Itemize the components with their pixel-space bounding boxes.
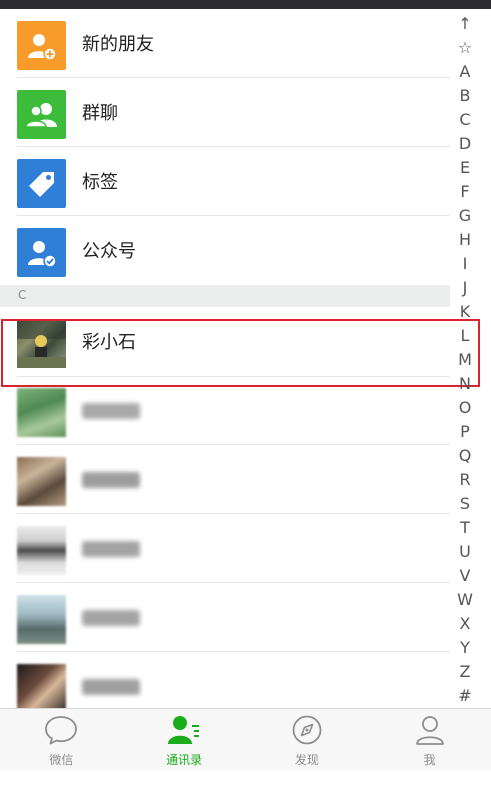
index-letter[interactable]: Z <box>455 660 475 684</box>
official-account-icon <box>17 228 66 277</box>
group-chat-icon <box>17 90 66 139</box>
group-chats-label: 群聊 <box>82 103 118 123</box>
index-letter[interactable]: O <box>455 396 475 420</box>
index-letter[interactable]: ☆ <box>455 36 475 60</box>
index-letter[interactable]: X <box>455 612 475 636</box>
index-letter[interactable]: Q <box>455 444 475 468</box>
index-letter[interactable]: F <box>455 180 475 204</box>
index-letter[interactable]: Y <box>455 636 475 660</box>
blurred-contact-name <box>82 679 140 695</box>
avatar <box>17 595 66 644</box>
index-letter[interactable]: I <box>455 252 475 276</box>
new-friends-item[interactable]: 新的朋友 <box>0 9 450 78</box>
index-letter[interactable]: E <box>455 156 475 180</box>
person-icon <box>413 714 447 746</box>
tab-me[interactable]: 我 <box>368 709 491 770</box>
contact-item[interactable] <box>0 445 450 514</box>
tab-chats[interactable]: 微信 <box>0 709 123 770</box>
group-chats-item[interactable]: 群聊 <box>0 78 450 147</box>
blurred-contact-name <box>82 541 140 557</box>
index-letter[interactable]: A <box>455 60 475 84</box>
index-letter[interactable]: T <box>455 516 475 540</box>
contacts-icon <box>167 714 201 746</box>
tags-label: 标签 <box>82 172 118 192</box>
contact-item[interactable]: 彩小石 <box>0 307 450 376</box>
index-letter[interactable]: M <box>455 348 475 372</box>
contacts-list[interactable]: 新的朋友 群聊 标签 公众号 C 彩小石 <box>0 9 450 721</box>
chat-bubble-icon <box>44 714 78 746</box>
tag-icon <box>17 159 66 208</box>
blurred-contact-name <box>82 403 140 419</box>
tab-label: 我 <box>423 753 436 767</box>
contact-item[interactable] <box>0 376 450 445</box>
index-letter[interactable]: H <box>455 228 475 252</box>
avatar <box>17 457 66 506</box>
tab-label: 发现 <box>294 753 319 767</box>
index-letter[interactable]: V <box>455 564 475 588</box>
alphabet-index[interactable]: ↑ ☆ A B C D E F G H I J K L M N O P Q R S T U V W X Y Z # <box>455 12 475 708</box>
avatar <box>17 319 66 368</box>
index-letter[interactable]: ↑ <box>455 12 475 36</box>
index-letter[interactable]: D <box>455 132 475 156</box>
compass-icon <box>290 714 324 746</box>
divider <box>17 376 450 377</box>
index-letter[interactable]: W <box>455 588 475 612</box>
tab-contacts[interactable]: 通讯录 <box>123 709 246 770</box>
contact-name: 彩小石 <box>82 332 136 352</box>
index-letter[interactable]: S <box>455 492 475 516</box>
avatar <box>17 388 66 437</box>
index-letter[interactable]: R <box>455 468 475 492</box>
section-header-c: C <box>0 285 450 307</box>
index-letter[interactable]: J <box>455 276 475 300</box>
contact-item[interactable] <box>0 514 450 583</box>
tab-label: 微信 <box>49 753 74 767</box>
tab-bar: 微信 通讯录 发现 我 <box>0 708 491 770</box>
index-letter[interactable]: N <box>455 372 475 396</box>
blurred-contact-name <box>82 610 140 626</box>
index-letter[interactable]: P <box>455 420 475 444</box>
index-letter[interactable]: B <box>455 84 475 108</box>
add-friend-icon <box>17 21 66 70</box>
index-letter[interactable]: # <box>455 684 475 708</box>
new-friends-label: 新的朋友 <box>82 34 154 54</box>
index-letter[interactable]: L <box>455 324 475 348</box>
avatar <box>17 526 66 575</box>
status-bar <box>0 0 491 9</box>
contact-item[interactable] <box>0 583 450 652</box>
tab-label: 通讯录 <box>166 753 203 767</box>
index-letter[interactable]: G <box>455 204 475 228</box>
official-accounts-item[interactable]: 公众号 <box>0 216 450 285</box>
section-letter: C <box>18 288 27 302</box>
tab-discover[interactable]: 发现 <box>246 709 369 770</box>
tags-item[interactable]: 标签 <box>0 147 450 216</box>
official-accounts-label: 公众号 <box>82 241 136 261</box>
index-letter[interactable]: K <box>455 300 475 324</box>
bottom-strip <box>0 770 491 785</box>
index-letter[interactable]: U <box>455 540 475 564</box>
index-letter[interactable]: C <box>455 108 475 132</box>
blurred-contact-name <box>82 472 140 488</box>
avatar <box>17 664 66 713</box>
